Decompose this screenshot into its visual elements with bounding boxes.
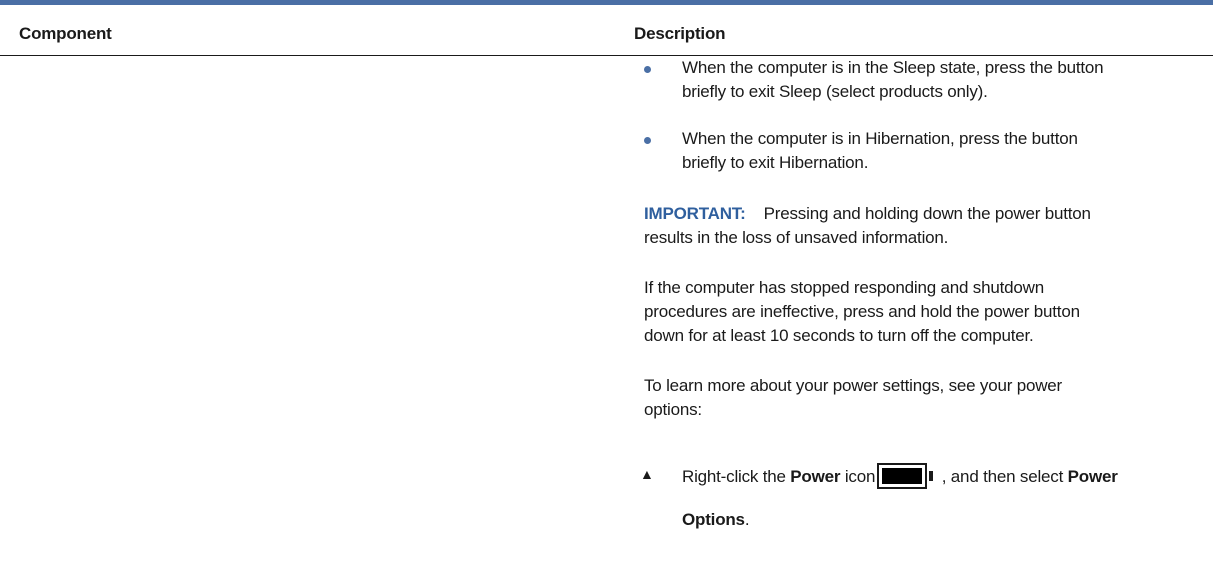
bullet-dot-icon — [644, 137, 651, 144]
step-power-word: Power — [790, 467, 841, 486]
triangle-step-icon: ▲ — [640, 466, 654, 482]
bullet-hibernation-line2: briefly to exit Hibernation. — [682, 153, 869, 172]
battery-icon — [877, 462, 928, 489]
step-text-icon: icon — [840, 467, 876, 486]
power-button-table: Component Description — [0, 0, 1213, 56]
paragraph-learn-more: To learn more about your power settings,… — [634, 374, 1204, 422]
step-power-options-word2: Options — [682, 510, 745, 529]
bullet-item-sleep: When the computer is in the Sleep state,… — [634, 56, 1204, 104]
unresponsive-line2: procedures are ineffective, press and ho… — [644, 302, 1080, 321]
column-header-description: Description — [634, 24, 726, 43]
battery-tip — [929, 470, 934, 481]
bullet-sleep-line2: briefly to exit Sleep (select products o… — [682, 82, 988, 101]
learn-more-line1: To learn more about your power settings,… — [644, 376, 1063, 395]
bullet-hibernation-line1: When the computer is in Hibernation, pre… — [682, 129, 1078, 148]
unresponsive-line1: If the computer has stopped responding a… — [644, 278, 1044, 297]
learn-more-line2: options: — [644, 400, 702, 419]
unresponsive-line3: down for at least 10 seconds to turn off… — [644, 326, 1034, 345]
table-header-row: Component Description — [0, 5, 1213, 56]
step-power-options-word1: Power — [1067, 467, 1118, 486]
important-label: IMPORTANT: — [644, 204, 746, 223]
step-text-before: Right-click the — [682, 467, 791, 486]
description-cell: When the computer is in the Sleep state,… — [634, 56, 1204, 532]
battery-fill — [882, 467, 923, 484]
paragraph-unresponsive: If the computer has stopped responding a… — [634, 276, 1204, 348]
step-period: . — [744, 510, 750, 529]
step-text-after: , and then select — [937, 467, 1068, 486]
step-power-options: ▲ Right-click the Power icon , and then … — [634, 462, 1204, 532]
important-line1: Pressing and holding down the power butt… — [763, 204, 1091, 223]
bullet-dot-icon — [644, 66, 651, 73]
important-line2: results in the loss of unsaved informati… — [644, 228, 949, 247]
column-header-component: Component — [19, 24, 112, 43]
bullet-item-hibernation: When the computer is in Hibernation, pre… — [634, 127, 1204, 175]
bullet-sleep-line1: When the computer is in the Sleep state,… — [682, 58, 1104, 77]
important-note: IMPORTANT: Pressing and holding down the… — [634, 202, 1204, 250]
